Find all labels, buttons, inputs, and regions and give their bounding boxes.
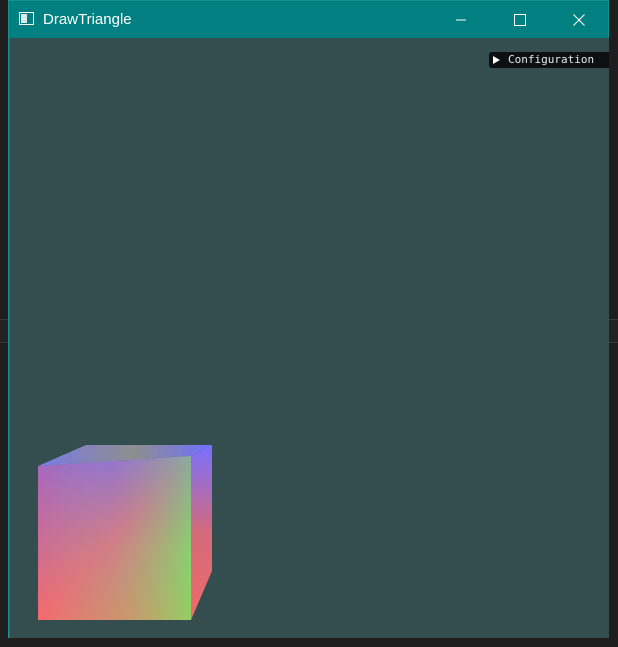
rgb-cube [38, 445, 212, 620]
maximize-button[interactable] [497, 1, 543, 38]
triangle-right-icon [493, 56, 500, 64]
minimize-button[interactable] [438, 1, 484, 38]
close-button[interactable] [556, 1, 602, 38]
render-viewport[interactable]: Configuration [10, 38, 609, 638]
cube-front-face [38, 456, 191, 620]
app-window-icon [19, 12, 34, 25]
configuration-label: Configuration [508, 53, 595, 66]
maximize-icon [514, 13, 526, 26]
cube-side-face [191, 445, 212, 620]
close-icon [573, 13, 585, 26]
window-title: DrawTriangle [43, 11, 132, 28]
app-window: DrawTriangle Configuration [8, 0, 609, 638]
configuration-collapsing-header[interactable]: Configuration [489, 52, 609, 68]
minimize-icon [456, 19, 466, 20]
title-bar[interactable]: DrawTriangle [9, 1, 608, 38]
